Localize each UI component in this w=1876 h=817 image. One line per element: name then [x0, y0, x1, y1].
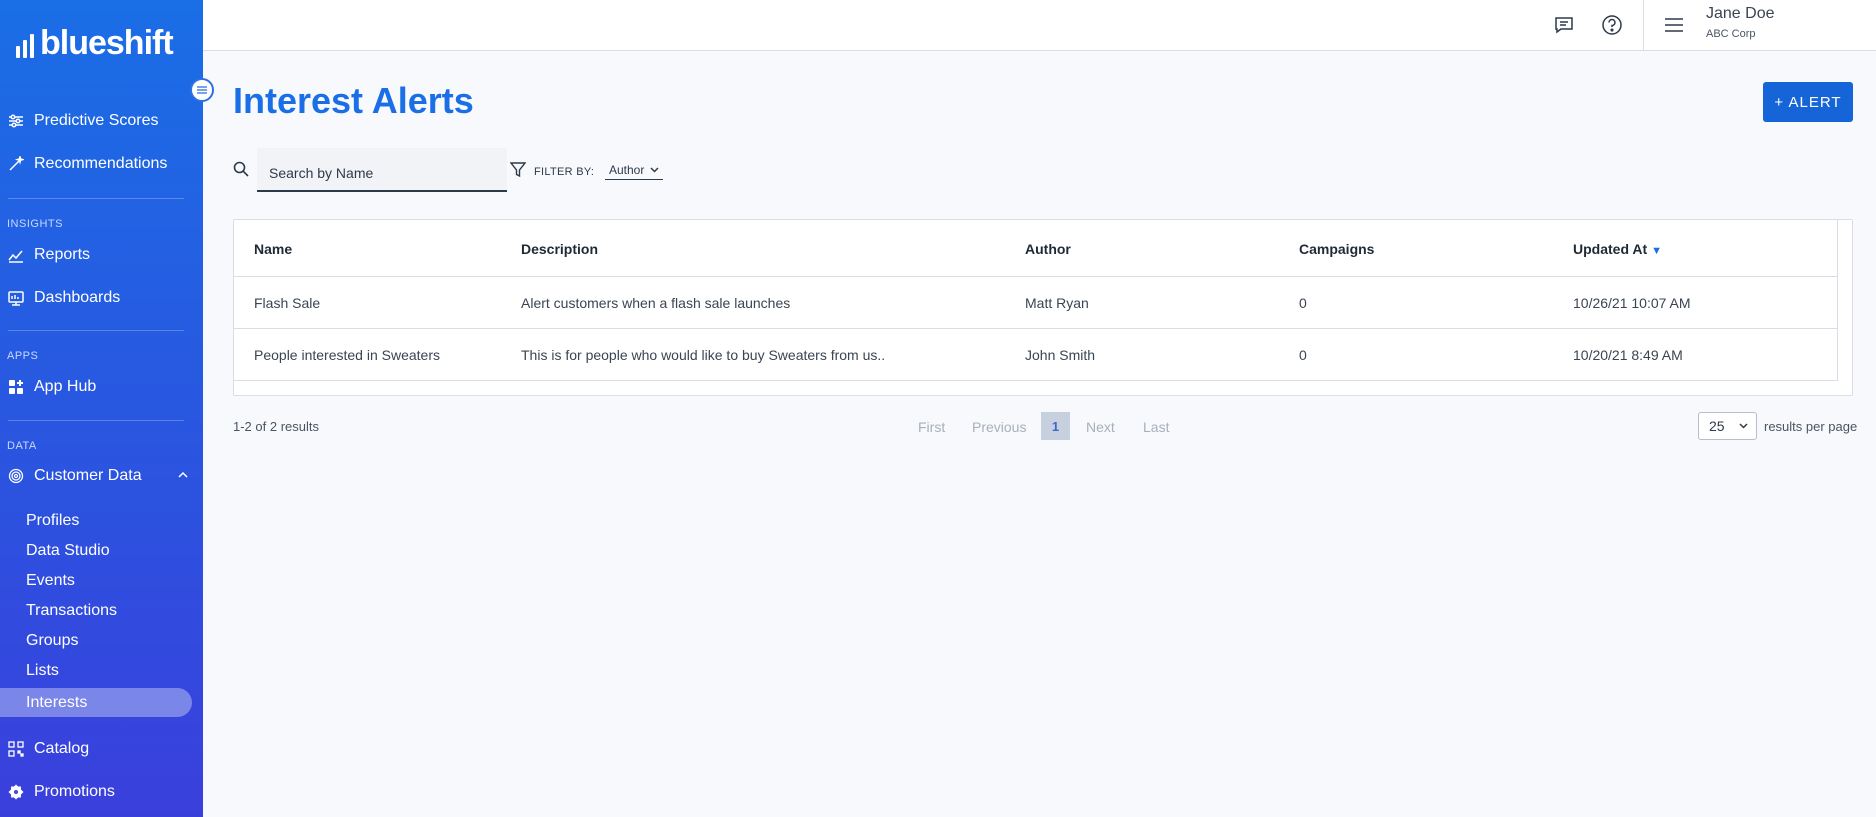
pagination-last[interactable]: Last [1143, 419, 1169, 435]
fingerprint-icon [8, 468, 24, 484]
search-input[interactable] [257, 148, 507, 192]
cell-description: Alert customers when a flash sale launch… [521, 295, 791, 311]
filter-value: Author [609, 163, 645, 177]
pagination-previous[interactable]: Previous [972, 419, 1026, 435]
user-menu[interactable]: Jane Doe ABC Corp [1643, 0, 1876, 51]
hamburger-icon [1665, 18, 1683, 32]
cell-author: John Smith [1025, 347, 1096, 363]
alerts-table: Name Description Author Campaigns Update… [233, 219, 1853, 396]
per-page-label: results per page [1764, 419, 1858, 434]
help-button[interactable] [1600, 13, 1624, 37]
sidebar-subitem-lists[interactable]: Lists [26, 662, 59, 680]
sidebar-item-catalog[interactable]: Catalog [8, 740, 89, 758]
filter-icon [510, 162, 526, 178]
help-icon [1602, 15, 1622, 35]
table-row[interactable]: People interested in Sweaters This is fo… [234, 329, 1838, 381]
column-header-updated-at[interactable]: Updated At ▼ [1573, 241, 1662, 257]
user-org: ABC Corp [1706, 28, 1756, 40]
badge-icon [8, 784, 24, 800]
cell-name[interactable]: Flash Sale [254, 295, 320, 311]
sidebar: blueshift Predictive Scores Recommendati… [0, 0, 203, 817]
section-label-insights: INSIGHTS [7, 218, 63, 230]
brand-logo[interactable]: blueshift [16, 24, 174, 62]
sidebar-subitem-groups[interactable]: Groups [26, 632, 78, 650]
sidebar-subitem-events[interactable]: Events [26, 572, 75, 590]
sidebar-subitem-profiles[interactable]: Profiles [26, 512, 79, 530]
sidebar-item-customer-data[interactable]: Customer Data [8, 467, 188, 485]
sidebar-item-label: App Hub [34, 378, 97, 395]
section-label-apps: APPS [7, 350, 39, 362]
column-header-author[interactable]: Author [1025, 241, 1071, 257]
search-icon [233, 161, 249, 177]
menu-lines-icon [197, 86, 207, 94]
per-page-value: 25 [1709, 418, 1725, 434]
sidebar-item-label: Recommendations [34, 155, 168, 172]
sidebar-item-label: Predictive Scores [34, 112, 159, 129]
grid-plus-icon [9, 380, 23, 394]
line-chart-icon [8, 250, 23, 263]
column-header-label: Updated At [1573, 241, 1648, 257]
sidebar-item-app-hub[interactable]: App Hub [8, 378, 96, 396]
author-filter-select[interactable]: Author [605, 163, 664, 180]
sidebar-item-predictive-scores[interactable]: Predictive Scores [8, 112, 159, 130]
sidebar-subitem-interests[interactable]: Interests [0, 688, 192, 717]
sidebar-divider [8, 198, 184, 199]
sidebar-item-dashboards[interactable]: Dashboards [8, 289, 120, 307]
sidebar-subitem-transactions[interactable]: Transactions [26, 602, 117, 620]
cell-description: This is for people who would like to buy… [521, 347, 886, 363]
pagination-first[interactable]: First [918, 419, 945, 435]
top-bar: Jane Doe ABC Corp [203, 0, 1876, 51]
add-alert-button[interactable]: + ALERT [1763, 82, 1853, 122]
sliders-icon [9, 114, 23, 128]
results-per-page-select[interactable]: 25 [1698, 412, 1757, 440]
cell-author: Matt Ryan [1025, 295, 1089, 311]
page-title: Interest Alerts [233, 80, 474, 121]
logo-bars-icon [16, 32, 34, 58]
sidebar-divider [8, 420, 184, 421]
chat-button[interactable] [1552, 13, 1576, 37]
dashboard-icon [8, 291, 24, 306]
column-header-name[interactable]: Name [254, 241, 292, 257]
sidebar-item-label: Promotions [34, 783, 115, 800]
sidebar-item-label: Customer Data [34, 467, 142, 484]
table-row[interactable]: Flash Sale Alert customers when a flash … [234, 277, 1838, 329]
magic-wand-icon [9, 156, 24, 171]
filter-label: FILTER BY: [534, 166, 595, 178]
sidebar-item-reports[interactable]: Reports [8, 246, 90, 264]
cell-campaigns: 0 [1299, 347, 1307, 363]
table-header-row: Name Description Author Campaigns Update… [234, 220, 1838, 277]
sidebar-collapse-button[interactable] [190, 78, 214, 102]
hamburger-menu-button[interactable] [1662, 13, 1686, 37]
qr-code-icon [8, 741, 24, 757]
table-body: Name Description Author Campaigns Update… [234, 220, 1838, 381]
cell-campaigns: 0 [1299, 295, 1307, 311]
logo-text: blueshift [40, 24, 174, 62]
sidebar-item-promotions[interactable]: Promotions [8, 783, 115, 801]
sidebar-item-label: Catalog [34, 740, 90, 757]
chevron-down-icon [1739, 423, 1748, 429]
sidebar-divider [8, 330, 184, 331]
cell-name[interactable]: People interested in Sweaters [254, 347, 440, 363]
results-count: 1-2 of 2 results [233, 419, 319, 434]
cell-updated-at: 10/20/21 8:49 AM [1573, 347, 1683, 363]
sidebar-item-recommendations[interactable]: Recommendations [8, 155, 167, 173]
sidebar-item-label: Dashboards [34, 289, 121, 306]
pagination-next[interactable]: Next [1086, 419, 1115, 435]
column-header-description[interactable]: Description [521, 241, 598, 257]
pagination-current-page[interactable]: 1 [1041, 412, 1070, 440]
chat-icon [1555, 17, 1573, 34]
sidebar-subitem-data-studio[interactable]: Data Studio [26, 542, 110, 560]
user-name: Jane Doe [1706, 5, 1775, 22]
chevron-up-icon[interactable] [178, 470, 188, 480]
sort-desc-icon[interactable]: ▼ [1651, 245, 1662, 257]
chevron-down-icon [650, 167, 659, 173]
column-header-campaigns[interactable]: Campaigns [1299, 241, 1374, 257]
cell-updated-at: 10/26/21 10:07 AM [1573, 295, 1691, 311]
section-label-data: DATA [7, 440, 37, 452]
sidebar-item-label: Reports [34, 246, 91, 263]
